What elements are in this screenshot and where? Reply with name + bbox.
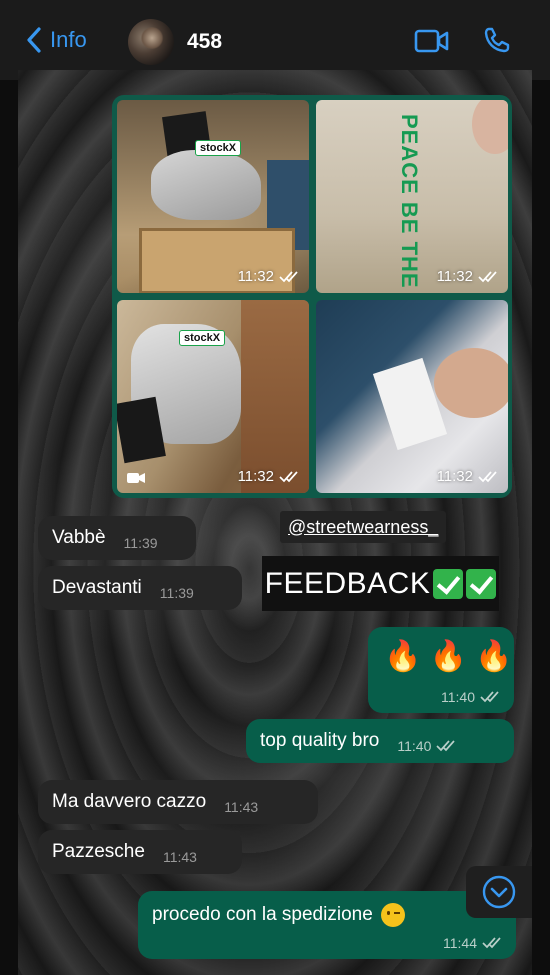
message-time: 11:40 xyxy=(441,689,500,705)
message-outgoing[interactable]: top quality bro 11:40 xyxy=(246,719,514,763)
chevron-down-icon xyxy=(482,875,516,909)
back-button[interactable]: Info xyxy=(26,26,87,54)
message-incoming[interactable]: Ma davvero cazzo 11:43 xyxy=(38,780,318,824)
printed-text: PEACE BE THE JOURNEY xyxy=(397,114,422,293)
message-text: Vabbè xyxy=(52,527,106,548)
media-photo-3[interactable]: 11:32 xyxy=(316,300,508,493)
avatar[interactable] xyxy=(128,19,174,65)
chevron-left-icon xyxy=(27,27,41,53)
photo-detail xyxy=(151,150,261,220)
media-grid: stockX 11:32 PEACE BE THE JOURNEY 11:32 … xyxy=(112,95,512,498)
double-check-icon xyxy=(478,470,497,482)
check-mark-icon xyxy=(433,568,464,599)
message-outgoing[interactable]: procedo con la spedizione 11:44 xyxy=(138,891,516,959)
media-timestamp: 11:32 xyxy=(238,268,299,285)
contact-name[interactable]: 458 xyxy=(187,30,222,54)
message-text: procedo con la spedizione xyxy=(152,904,373,925)
fire-emoji: 🔥 🔥 🔥 xyxy=(384,640,513,673)
message-time: 11:43 xyxy=(224,799,259,815)
message-incoming[interactable]: Devastanti 11:39 xyxy=(38,566,242,610)
chat-header: Info 458 xyxy=(0,0,550,80)
media-timestamp: 11:32 xyxy=(238,468,299,485)
message-body: procedo con la spedizione xyxy=(152,903,405,927)
message-text: top quality bro xyxy=(260,730,380,751)
sticker-feedback[interactable]: FEEDBACK xyxy=(262,556,499,611)
message-time: 11:39 xyxy=(159,585,194,601)
media-photo-1[interactable]: stockX 11:32 xyxy=(117,100,309,293)
media-video[interactable]: stockX 11:32 xyxy=(117,300,309,493)
feedback-text: FEEDBACK xyxy=(264,566,431,600)
media-timestamp: 11:32 xyxy=(437,468,498,485)
message-time: 11:40 xyxy=(397,738,456,754)
photo-detail xyxy=(472,100,508,154)
double-check-icon xyxy=(478,270,497,282)
video-camera-icon xyxy=(414,29,449,53)
stockx-tag: stockX xyxy=(179,330,226,346)
sticker-handle[interactable]: @streetwearness_ xyxy=(280,511,447,543)
media-timestamp: 11:32 xyxy=(437,268,498,285)
scroll-to-bottom-button[interactable] xyxy=(466,866,532,918)
double-check-icon xyxy=(279,270,298,282)
message-time: 11:44 xyxy=(443,935,502,951)
back-label: Info xyxy=(50,27,87,52)
voice-call-button[interactable] xyxy=(483,26,511,59)
phone-icon xyxy=(484,27,510,53)
message-incoming[interactable]: Pazzesche 11:43 xyxy=(38,830,242,874)
message-time: 11:39 xyxy=(123,535,158,551)
double-check-icon xyxy=(482,937,501,949)
message-outgoing-emoji[interactable]: 🔥 🔥 🔥 11:40 xyxy=(368,627,514,713)
media-photo-2[interactable]: PEACE BE THE JOURNEY 11:32 xyxy=(316,100,508,293)
video-camera-icon xyxy=(127,473,145,483)
message-incoming[interactable]: Vabbè 11:39 xyxy=(38,516,196,560)
video-call-button[interactable] xyxy=(414,28,450,59)
message-text: Pazzesche xyxy=(52,841,145,862)
photo-detail xyxy=(241,300,309,493)
message-time: 11:43 xyxy=(162,849,197,865)
check-mark-icon xyxy=(466,568,497,599)
stockx-tag: stockX xyxy=(195,140,242,156)
winking-face-icon xyxy=(380,903,405,927)
message-text: Ma davvero cazzo xyxy=(52,791,207,812)
message-text: Devastanti xyxy=(52,577,142,598)
double-check-icon xyxy=(436,740,455,752)
double-check-icon xyxy=(279,470,298,482)
double-check-icon xyxy=(480,691,499,703)
photo-detail xyxy=(434,348,508,418)
